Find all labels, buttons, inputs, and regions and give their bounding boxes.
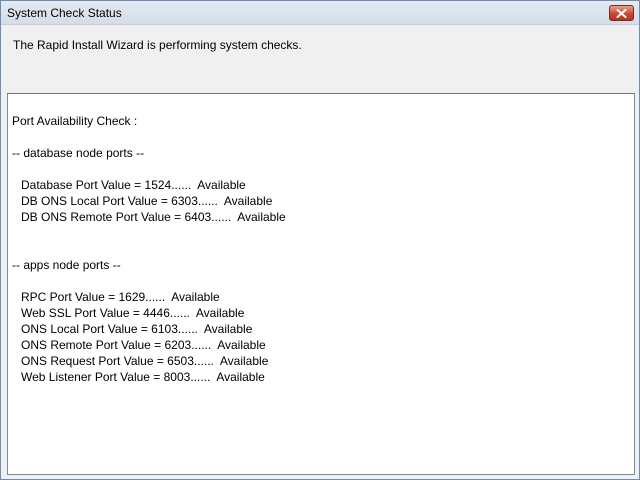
- system-check-window: System Check Status The Rapid Install Wi…: [0, 0, 640, 480]
- header-panel: The Rapid Install Wizard is performing s…: [1, 26, 639, 92]
- check-results-panel[interactable]: Port Availability Check : -- database no…: [7, 93, 635, 475]
- log-line: ONS Request Port Value = 6503...... Avai…: [21, 354, 269, 368]
- log-line: Web SSL Port Value = 4446...... Availabl…: [21, 306, 245, 320]
- log-line: Database Port Value = 1524...... Availab…: [21, 178, 246, 192]
- window-title: System Check Status: [7, 6, 122, 20]
- log-line: RPC Port Value = 1629...... Available: [21, 290, 220, 304]
- close-button[interactable]: [609, 5, 634, 21]
- log-line: ONS Remote Port Value = 6203...... Avail…: [21, 338, 266, 352]
- log-line: ONS Local Port Value = 6103...... Availa…: [21, 322, 253, 336]
- apps-section-heading: -- apps node ports --: [12, 258, 121, 272]
- db-section-heading: -- database node ports --: [12, 146, 145, 160]
- log-heading: Port Availability Check :: [12, 114, 138, 128]
- log-line: DB ONS Remote Port Value = 6403...... Av…: [21, 210, 286, 224]
- log-line: DB ONS Local Port Value = 6303...... Ava…: [21, 194, 273, 208]
- close-icon: [616, 8, 627, 18]
- status-message: The Rapid Install Wizard is performing s…: [13, 38, 302, 52]
- title-bar[interactable]: System Check Status: [1, 1, 639, 25]
- log-line: Web Listener Port Value = 8003...... Ava…: [21, 370, 265, 384]
